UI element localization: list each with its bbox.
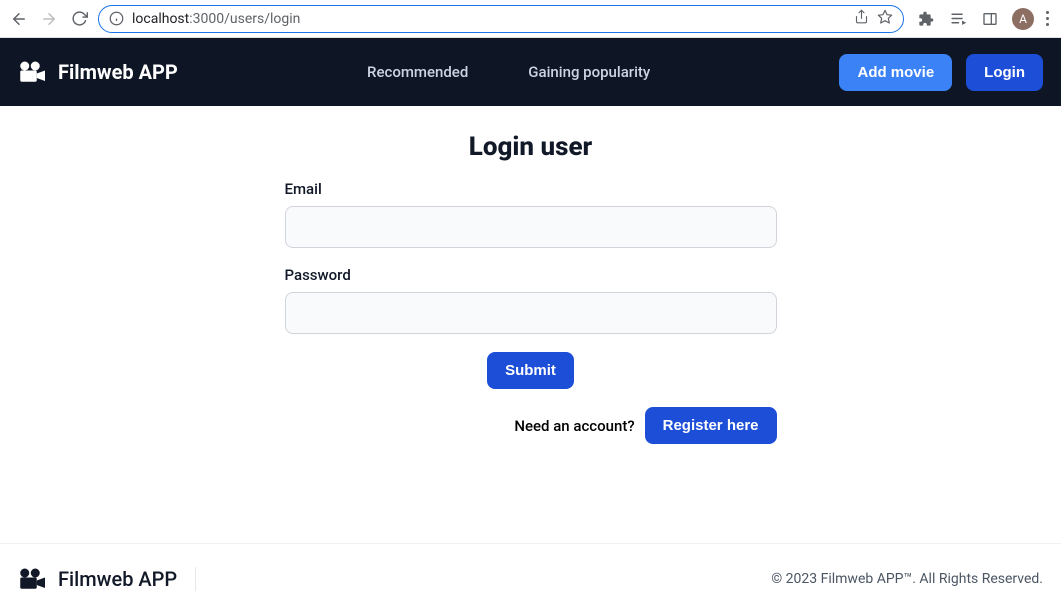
- footer-copyright: © 2023 Filmweb APP™. All Rights Reserved…: [771, 571, 1043, 587]
- add-movie-button[interactable]: Add movie: [839, 54, 952, 91]
- nav-links: Recommended Gaining popularity: [218, 63, 800, 81]
- login-button[interactable]: Login: [966, 54, 1043, 91]
- profile-avatar[interactable]: A: [1012, 8, 1034, 30]
- brand[interactable]: Filmweb APP: [18, 60, 178, 84]
- address-bar[interactable]: localhost:3000/users/login: [98, 5, 904, 33]
- camera-icon: [18, 60, 48, 84]
- url-host: localhost:3000/users/login: [132, 11, 300, 27]
- header-actions: Add movie Login: [839, 54, 1043, 91]
- app-header: Filmweb APP Recommended Gaining populari…: [0, 38, 1061, 106]
- playlist-icon[interactable]: [948, 9, 968, 29]
- register-button[interactable]: Register here: [645, 407, 777, 444]
- menu-icon[interactable]: [1046, 11, 1049, 26]
- extensions-icon[interactable]: [916, 9, 936, 29]
- info-icon: [109, 11, 124, 26]
- browser-toolbar: localhost:3000/users/login A: [0, 0, 1061, 38]
- nav-recommended[interactable]: Recommended: [367, 63, 468, 81]
- browser-actions: A: [912, 8, 1053, 30]
- star-icon[interactable]: [877, 9, 893, 29]
- brand-label: Filmweb APP: [58, 60, 178, 84]
- submit-button[interactable]: Submit: [487, 352, 574, 389]
- nav-gaining[interactable]: Gaining popularity: [528, 63, 650, 81]
- footer: Filmweb APP © 2023 Filmweb APP™. All Rig…: [0, 543, 1061, 613]
- page-title: Login user: [285, 132, 777, 162]
- page-content: Login user Email Password Submit Need an…: [0, 106, 1061, 543]
- camera-icon: [18, 567, 48, 591]
- login-form: Login user Email Password Submit Need an…: [285, 132, 777, 543]
- email-field[interactable]: [285, 206, 777, 248]
- back-icon[interactable]: [8, 8, 30, 30]
- footer-brand[interactable]: Filmweb APP: [18, 567, 196, 591]
- password-field[interactable]: [285, 292, 777, 334]
- email-label: Email: [285, 180, 777, 198]
- share-icon[interactable]: [854, 9, 869, 28]
- footer-brand-label: Filmweb APP: [58, 567, 177, 591]
- panel-icon[interactable]: [980, 9, 1000, 29]
- forward-icon: [38, 8, 60, 30]
- reload-icon[interactable]: [68, 8, 90, 30]
- password-label: Password: [285, 266, 777, 284]
- need-account-text: Need an account?: [514, 417, 634, 435]
